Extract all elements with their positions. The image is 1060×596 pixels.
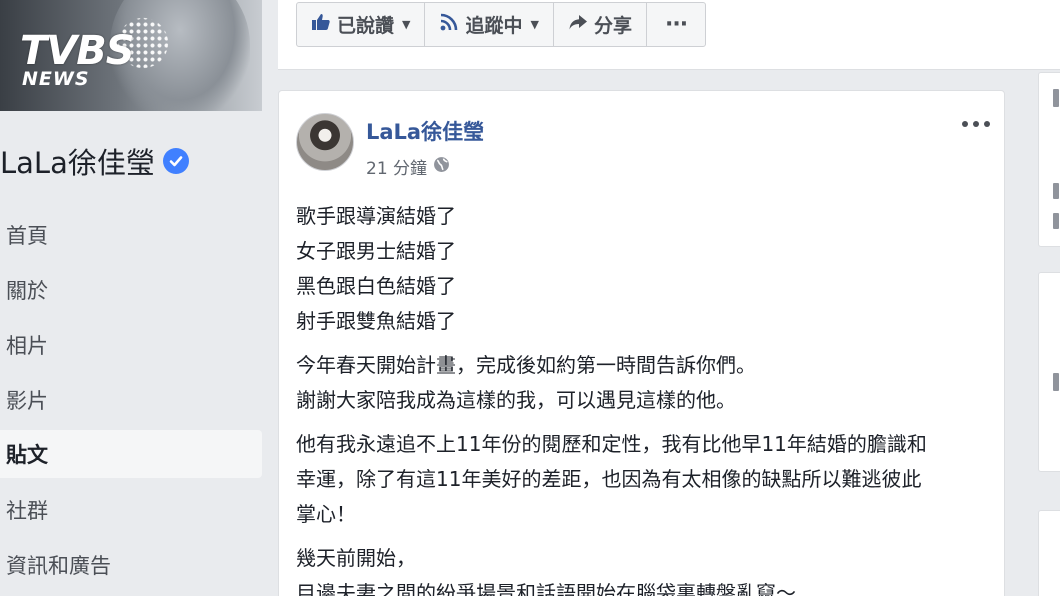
- more-options-button[interactable]: ···: [647, 3, 705, 46]
- thumbs-up-icon: [311, 12, 331, 37]
- post-body: 歌手跟導演結婚了 女子跟男士結婚了 黑色跟白色結婚了 射手跟雙魚結婚了 今年春天…: [296, 199, 996, 596]
- right-column-card[interactable]: [1038, 72, 1060, 247]
- author-avatar[interactable]: [296, 113, 354, 171]
- nav-item-videos[interactable]: 影片: [0, 372, 262, 427]
- post-line: 女子跟男士結婚了: [296, 239, 456, 263]
- cover-photo[interactable]: TVBS NEWS: [0, 0, 262, 111]
- right-card-edge-mark: [1053, 373, 1059, 391]
- post-card: LaLa徐佳瑩 21 分鐘 歌手跟導演結婚了 女子跟男士結婚了 黑色跟白色結婚了…: [278, 90, 1005, 596]
- post-paragraph: 今年春天開始計畫，完成後如約第一時間告訴你們。 謝謝大家陪我成為這樣的我，可以遇…: [296, 348, 996, 418]
- nav-item-posts[interactable]: 貼文: [0, 430, 262, 478]
- right-card-edge-mark: [1053, 213, 1059, 229]
- liked-label: 已說讚: [337, 15, 395, 37]
- right-card-edge-mark: [1053, 183, 1059, 199]
- right-column-card[interactable]: [1038, 510, 1060, 596]
- post-line: 黑色跟白色結婚了: [296, 274, 456, 298]
- following-button[interactable]: 追蹤中 ▼: [425, 3, 554, 46]
- post-meta: 21 分鐘: [366, 154, 450, 179]
- post-line: 幸運，除了有這11年美好的差距，也因為有太相像的缺點所以難逃彼此: [296, 467, 922, 491]
- post-options-icon[interactable]: [962, 117, 990, 131]
- post-paragraph: 他有我永遠追不上11年份的閱歷和定性，我有比他早11年結婚的膽識和 幸運，除了有…: [296, 427, 996, 532]
- rss-feed-icon: [439, 12, 459, 37]
- post-line: 射手跟雙魚結婚了: [296, 309, 456, 333]
- page-name-text: LaLa徐佳瑩: [0, 146, 155, 180]
- post-paragraph: 幾天前開始， 目邊夫妻之間的紛爭場景和話語開始在腦袋裏轉盤亂竄～: [296, 541, 996, 596]
- action-button-group: 已說讚 ▼ 追蹤中 ▼ 分享 ···: [296, 2, 707, 47]
- nav-item-community[interactable]: 社群: [0, 482, 262, 537]
- chevron-down-icon: ▼: [530, 18, 539, 31]
- tvbs-news-logo: TVBS NEWS: [18, 14, 178, 94]
- right-card-edge-mark: [1053, 89, 1059, 107]
- page-title[interactable]: LaLa徐佳瑩: [0, 141, 189, 181]
- following-label: 追蹤中: [465, 15, 523, 37]
- share-label: 分享: [593, 15, 632, 37]
- post-line: 幾天前開始，: [296, 546, 416, 570]
- post-line: 謝謝大家陪我成為這樣的我，可以遇見這樣的他。: [296, 388, 736, 412]
- nav-item-info-ads[interactable]: 資訊和廣告: [0, 537, 262, 592]
- right-column-card[interactable]: [1038, 272, 1060, 472]
- post-line: 今年春天開始計畫，完成後如約第一時間告訴你們。: [296, 353, 756, 377]
- nav-item-home[interactable]: 首頁: [0, 207, 262, 262]
- nav-item-photos[interactable]: 相片: [0, 317, 262, 372]
- liked-button[interactable]: 已說讚 ▼: [297, 3, 426, 46]
- post-line: 目邊夫妻之間的紛爭場景和話語開始在腦袋裏轉盤亂竄～: [296, 581, 796, 596]
- verified-badge-icon: [162, 148, 189, 174]
- post-line: 他有我永遠追不上11年份的閱歷和定性，我有比他早11年結婚的膽識和: [296, 432, 927, 456]
- chevron-down-icon: ▼: [402, 18, 411, 31]
- post-timestamp[interactable]: 21 分鐘: [366, 154, 427, 179]
- page-action-bar: 已說讚 ▼ 追蹤中 ▼ 分享 ···: [278, 0, 1060, 70]
- logo-secondary-text: NEWS: [22, 68, 90, 90]
- share-button[interactable]: 分享: [554, 3, 647, 46]
- post-paragraph: 歌手跟導演結婚了 女子跟男士結婚了 黑色跟白色結婚了 射手跟雙魚結婚了: [296, 199, 996, 339]
- page-nav: 首頁 關於 相片 影片 貼文 社群 資訊和廣告: [0, 207, 262, 592]
- share-arrow-icon: [568, 12, 588, 37]
- nav-item-about[interactable]: 關於: [0, 262, 262, 317]
- globe-icon[interactable]: [433, 156, 450, 178]
- more-options-label: ···: [664, 12, 688, 37]
- post-author-name[interactable]: LaLa徐佳瑩: [366, 116, 484, 146]
- post-line: 歌手跟導演結婚了: [296, 204, 456, 228]
- post-line: 掌心！: [296, 502, 356, 526]
